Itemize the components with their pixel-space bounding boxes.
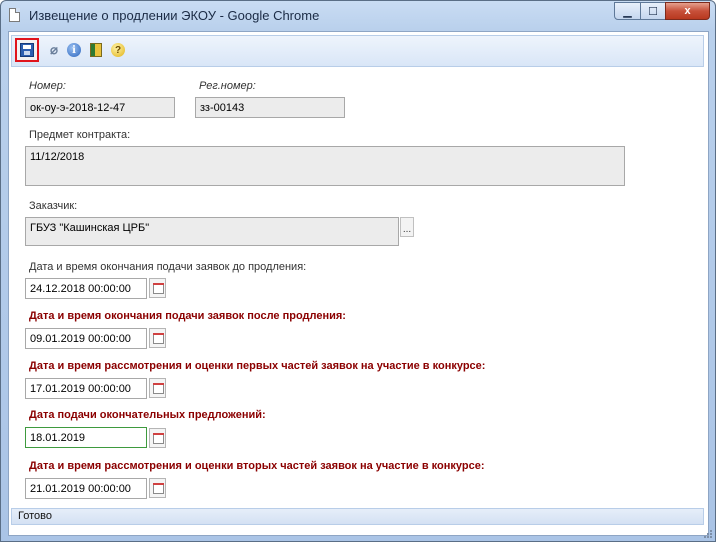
number-field[interactable]: ок-оу-э-2018-12-47 (25, 97, 175, 118)
save-button[interactable] (15, 38, 39, 62)
first-parts-field[interactable]: 17.01.2019 00:00:00 (25, 378, 147, 399)
subject-label: Предмет контракта: (29, 129, 131, 141)
customer-field[interactable]: ГБУЗ "Кашинская ЦРБ" (25, 217, 399, 246)
resize-grip-icon[interactable] (703, 529, 713, 539)
attach-icon[interactable]: ⌀ (45, 41, 63, 59)
reg-number-field[interactable]: зз-00143 (195, 97, 345, 118)
reg-number-label: Рег.номер: (199, 80, 256, 92)
calendar-icon[interactable] (149, 428, 166, 448)
window-title: Извещение о продлении ЭКОУ - Google Chro… (29, 8, 320, 23)
subject-field[interactable]: 11/12/2018 (25, 146, 625, 186)
close-button[interactable]: x (665, 2, 710, 20)
dialog-content: ⌀ i ? Номер: ок-оу-э-2018-12-47 Рег.номе… (8, 31, 709, 536)
calendar-icon[interactable] (149, 378, 166, 398)
deadline-before-label: Дата и время окончания подачи заявок до … (29, 261, 307, 273)
second-parts-field[interactable]: 21.01.2019 00:00:00 (25, 478, 147, 499)
page-icon (9, 8, 20, 22)
browser-window: Извещение о продлении ЭКОУ - Google Chro… (0, 0, 716, 542)
info-button[interactable]: i (65, 41, 83, 59)
info-icon: i (67, 43, 81, 57)
book-button[interactable] (87, 41, 105, 59)
book-icon (90, 43, 102, 57)
final-offers-label: Дата подачи окончательных предложений: (29, 409, 266, 421)
calendar-icon[interactable] (149, 328, 166, 348)
toolbar: ⌀ i ? (11, 35, 704, 67)
first-parts-label: Дата и время рассмотрения и оценки первы… (29, 360, 486, 372)
customer-label: Заказчик: (29, 200, 78, 212)
calendar-icon[interactable] (149, 478, 166, 498)
help-icon: ? (111, 43, 125, 57)
deadline-before-field[interactable]: 24.12.2018 00:00:00 (25, 278, 147, 299)
save-icon (20, 43, 34, 57)
title-bar[interactable]: Извещение о продлении ЭКОУ - Google Chro… (1, 1, 715, 31)
help-button[interactable]: ? (109, 41, 127, 59)
number-label: Номер: (29, 80, 66, 92)
deadline-after-label: Дата и время окончания подачи заявок пос… (29, 310, 346, 322)
status-bar: Готово (11, 508, 704, 525)
customer-select-button[interactable]: ... (400, 217, 414, 237)
deadline-after-field[interactable]: 09.01.2019 00:00:00 (25, 328, 147, 349)
calendar-icon[interactable] (149, 278, 166, 298)
second-parts-label: Дата и время рассмотрения и оценки вторы… (29, 460, 485, 472)
maximize-button[interactable]: ☐ (640, 2, 666, 20)
final-offers-field[interactable]: 18.01.2019 (25, 427, 147, 448)
minimize-button[interactable]: ▁ (614, 2, 641, 20)
